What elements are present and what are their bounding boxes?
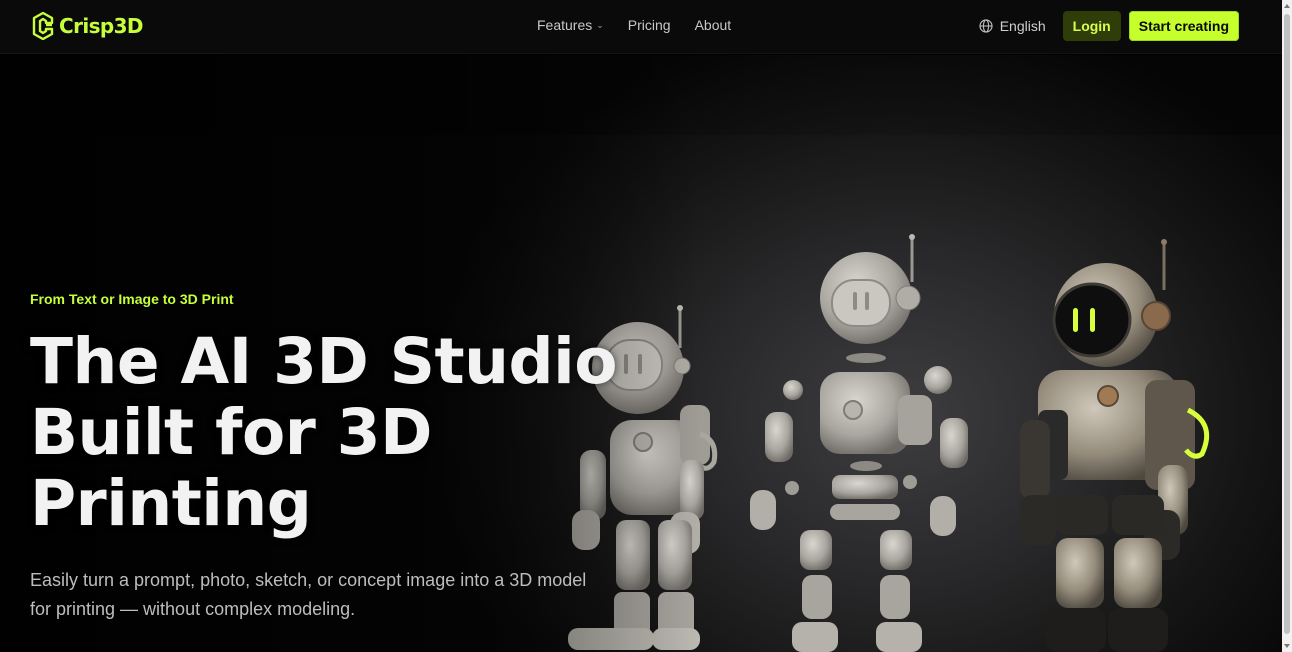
page-scrollbar[interactable] (1282, 0, 1292, 652)
language-selector[interactable]: English (979, 18, 1046, 34)
crisp3d-logo-icon (32, 12, 54, 40)
chevron-down-icon: ⌄ (596, 19, 604, 30)
nav-link-about[interactable]: About (695, 17, 732, 33)
brand-logo[interactable]: Crisp3D (32, 12, 144, 40)
subtitle-line: for printing — without complex modeling. (30, 599, 356, 619)
main-nav: Features ⌄ Pricing About (537, 17, 731, 33)
nav-link-features[interactable]: Features ⌄ (537, 17, 604, 33)
nav-link-pricing[interactable]: Pricing (628, 17, 671, 33)
language-label: English (999, 18, 1046, 34)
headline-line: The AI 3D Studio (30, 325, 618, 398)
robot-exploded-parts-icon (750, 234, 968, 652)
scroll-up-arrow-icon[interactable] (1284, 4, 1290, 8)
nav-actions: English Login Start creating (979, 11, 1239, 41)
robot-astronaut-weathered-icon (1020, 239, 1210, 652)
start-creating-button[interactable]: Start creating (1128, 11, 1239, 41)
login-button[interactable]: Login (1062, 11, 1121, 41)
hero-headline: The AI 3D Studio Built for 3D Printing (30, 326, 670, 539)
hero-subtitle: Easily turn a prompt, photo, sketch, or … (30, 566, 610, 624)
headline-line: Built for 3D (30, 396, 432, 469)
subtitle-line: Easily turn a prompt, photo, sketch, or … (30, 570, 587, 590)
headline-line: Printing (30, 467, 312, 540)
scroll-down-arrow-icon[interactable] (1284, 644, 1290, 648)
scrollbar-thumb[interactable] (1284, 14, 1290, 634)
nav-link-features-label: Features (537, 17, 593, 33)
brand-name: Crisp3D (59, 14, 144, 38)
globe-icon (979, 19, 993, 33)
hero-tagline: From Text or Image to 3D Print (30, 291, 234, 307)
top-navbar: Crisp3D Features ⌄ Pricing About English… (0, 0, 1282, 54)
